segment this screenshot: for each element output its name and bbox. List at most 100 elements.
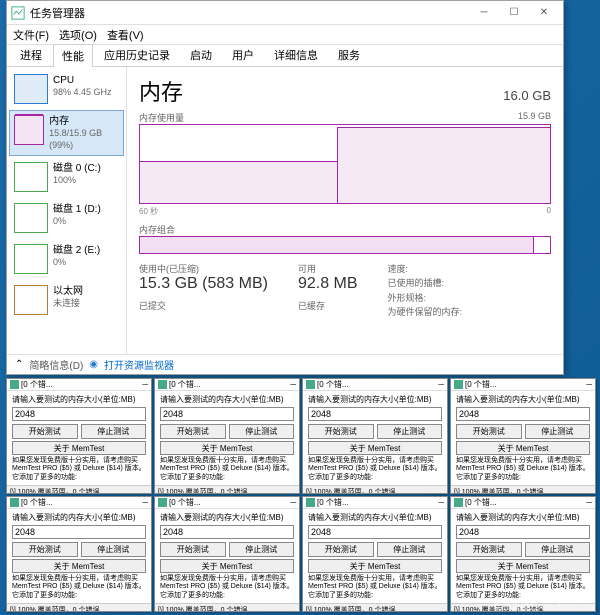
slots-label: 已使用的插槽: — [388, 276, 445, 290]
memtest-titlebar[interactable]: [0 个错... ─ — [7, 379, 151, 391]
minimize-icon[interactable]: ─ — [290, 498, 296, 507]
tab-services[interactable]: 服务 — [329, 43, 369, 66]
memtest-size-input[interactable] — [160, 525, 294, 539]
memtest-title: [0 个错... — [169, 497, 290, 508]
titlebar[interactable]: 任务管理器 ─ ☐ ✕ — [7, 1, 563, 25]
about-memtest-button[interactable]: 关于 MemTest — [12, 441, 146, 455]
start-test-button[interactable]: 开始测试 — [456, 424, 522, 439]
start-test-button[interactable]: 开始测试 — [308, 424, 374, 439]
about-memtest-button[interactable]: 关于 MemTest — [308, 441, 442, 455]
memtest-icon — [158, 498, 167, 507]
start-test-button[interactable]: 开始测试 — [160, 542, 226, 557]
memtest-status: [\] 100% 覆盖范围，0 个错误 — [7, 485, 151, 493]
start-test-button[interactable]: 开始测试 — [456, 542, 522, 557]
memtest-size-input[interactable] — [456, 525, 590, 539]
memtest-icon — [306, 498, 315, 507]
open-resmon-link[interactable]: 打开资源监视器 — [104, 357, 174, 372]
cpu-label: CPU — [53, 74, 112, 87]
memtest-message: 如果您发现免费版十分实用，请考虑购买 MemTest PRO ($5) 或 De… — [456, 575, 590, 600]
memtest-titlebar[interactable]: [0 个错... ─ — [155, 497, 299, 509]
memtest-size-input[interactable] — [456, 407, 590, 421]
used-label: 使用中(已压缩) — [139, 262, 268, 275]
disk0-sub: 100% — [53, 175, 101, 187]
stop-test-button[interactable]: 停止测试 — [377, 424, 443, 439]
start-test-button[interactable]: 开始测试 — [12, 542, 78, 557]
minimize-icon[interactable]: ─ — [142, 498, 148, 507]
sidebar-item-memory[interactable]: 内存15.8/15.9 GB (99%) — [9, 110, 124, 156]
memtest-status: [\] 100% 覆盖范围，0 个错误 — [303, 485, 447, 493]
memtest-message: 如果您发现免费版十分实用，请考虑购买 MemTest PRO ($5) 或 De… — [12, 457, 146, 482]
minimize-icon[interactable]: ─ — [586, 380, 592, 389]
minimize-icon[interactable]: ─ — [142, 380, 148, 389]
minimize-icon[interactable]: ─ — [586, 498, 592, 507]
memtest-titlebar[interactable]: [0 个错... ─ — [303, 379, 447, 391]
minimize-icon[interactable]: ─ — [438, 498, 444, 507]
memtest-status: [\] 100% 覆盖范围，0 个错误 — [303, 603, 447, 611]
about-memtest-button[interactable]: 关于 MemTest — [160, 559, 294, 573]
menu-view[interactable]: 查看(V) — [107, 27, 144, 43]
memtest-titlebar[interactable]: [0 个错... ─ — [303, 497, 447, 509]
sidebar-item-disk2[interactable]: 磁盘 2 (E:)0% — [9, 239, 124, 279]
stop-test-button[interactable]: 停止测试 — [525, 424, 591, 439]
sidebar-item-disk0[interactable]: 磁盘 0 (C:)100% — [9, 157, 124, 197]
memtest-size-input[interactable] — [12, 525, 146, 539]
stop-test-button[interactable]: 停止测试 — [81, 542, 147, 557]
tab-performance[interactable]: 性能 — [53, 44, 93, 67]
tab-app-history[interactable]: 应用历史记录 — [95, 43, 179, 66]
memtest-size-input[interactable] — [308, 407, 442, 421]
about-memtest-button[interactable]: 关于 MemTest — [160, 441, 294, 455]
about-memtest-button[interactable]: 关于 MemTest — [308, 559, 442, 573]
sidebar-item-disk1[interactable]: 磁盘 1 (D:)0% — [9, 198, 124, 238]
minimize-icon[interactable]: ─ — [438, 380, 444, 389]
disk1-mini-graph — [14, 203, 48, 233]
disk2-label: 磁盘 2 (E:) — [53, 244, 100, 257]
memtest-status: [\] 100% 覆盖范围，0 个错误 — [155, 485, 299, 493]
memtest-icon — [454, 498, 463, 507]
memtest-titlebar[interactable]: [0 个错... ─ — [7, 497, 151, 509]
resmon-icon: ◉ — [89, 359, 98, 370]
close-button[interactable]: ✕ — [529, 3, 559, 23]
tab-processes[interactable]: 进程 — [11, 43, 51, 66]
memtest-title: [0 个错... — [169, 379, 290, 390]
cpu-mini-graph — [14, 74, 48, 104]
chart-axis-right: 0 — [547, 206, 551, 217]
stop-test-button[interactable]: 停止测试 — [377, 542, 443, 557]
memtest-title: [0 个错... — [21, 379, 142, 390]
memtest-titlebar[interactable]: [0 个错... ─ — [451, 379, 595, 391]
memtest-size-input[interactable] — [308, 525, 442, 539]
minimize-button[interactable]: ─ — [469, 3, 499, 23]
disk2-mini-graph — [14, 244, 48, 274]
stop-test-button[interactable]: 停止测试 — [81, 424, 147, 439]
stop-test-button[interactable]: 停止测试 — [229, 542, 295, 557]
about-memtest-button[interactable]: 关于 MemTest — [12, 559, 146, 573]
fewer-details-button[interactable]: 简略信息(D) — [29, 357, 83, 372]
sidebar-item-cpu[interactable]: CPU98% 4.45 GHz — [9, 69, 124, 109]
tab-users[interactable]: 用户 — [223, 43, 263, 66]
start-test-button[interactable]: 开始测试 — [160, 424, 226, 439]
task-manager-window: 任务管理器 ─ ☐ ✕ 文件(F) 选项(O) 查看(V) 进程 性能 应用历史… — [6, 0, 564, 375]
minimize-icon[interactable]: ─ — [290, 380, 296, 389]
tab-startup[interactable]: 启动 — [181, 43, 221, 66]
stop-test-button[interactable]: 停止测试 — [229, 424, 295, 439]
start-test-button[interactable]: 开始测试 — [12, 424, 78, 439]
menu-file[interactable]: 文件(F) — [13, 27, 49, 43]
memtest-window: [0 个错... ─ 请输入要测试的内存大小(单位:MB) 开始测试 停止测试 … — [154, 496, 300, 612]
maximize-button[interactable]: ☐ — [499, 3, 529, 23]
menu-options[interactable]: 选项(O) — [59, 27, 97, 43]
memtest-size-input[interactable] — [12, 407, 146, 421]
memtest-title: [0 个错... — [317, 379, 438, 390]
memtest-message: 如果您发现免费版十分实用，请考虑购买 MemTest PRO ($5) 或 De… — [160, 457, 294, 482]
chevron-up-icon[interactable]: ⌃ — [15, 359, 23, 370]
about-memtest-button[interactable]: 关于 MemTest — [456, 559, 590, 573]
memtest-titlebar[interactable]: [0 个错... ─ — [451, 497, 595, 509]
comp-chart-label: 内存组合 — [139, 223, 175, 236]
sidebar-item-ethernet[interactable]: 以太网未连接 — [9, 280, 124, 320]
tab-details[interactable]: 详细信息 — [265, 43, 327, 66]
stop-test-button[interactable]: 停止测试 — [525, 542, 591, 557]
start-test-button[interactable]: 开始测试 — [308, 542, 374, 557]
memtest-titlebar[interactable]: [0 个错... ─ — [155, 379, 299, 391]
about-memtest-button[interactable]: 关于 MemTest — [456, 441, 590, 455]
memtest-prompt: 请输入要测试的内存大小(单位:MB) — [12, 394, 146, 405]
menubar: 文件(F) 选项(O) 查看(V) — [7, 25, 563, 45]
memtest-size-input[interactable] — [160, 407, 294, 421]
